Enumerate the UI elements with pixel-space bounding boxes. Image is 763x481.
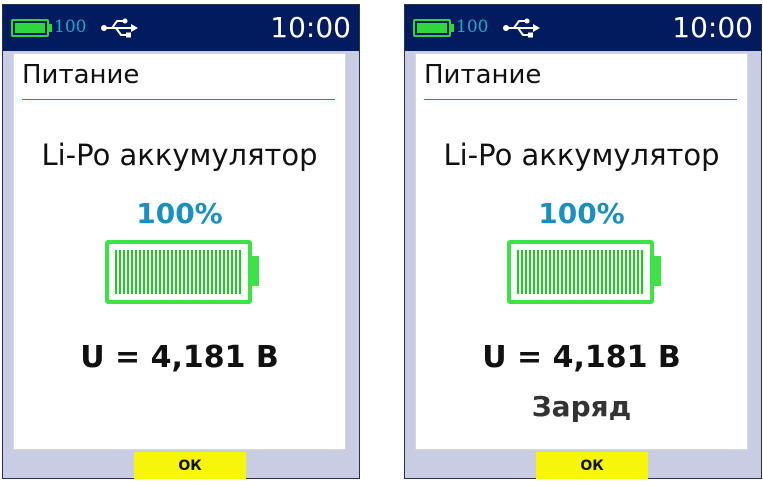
battery-type-label: Li-Po аккумулятор <box>41 138 318 172</box>
clock: 10:00 <box>270 11 351 44</box>
power-panel: Питание Li-Po аккумулятор 100% U = 4,181… <box>415 53 748 450</box>
ok-button[interactable]: ОК <box>536 452 648 479</box>
battery-icon-tip <box>49 24 52 32</box>
page-title: Питание <box>22 60 140 90</box>
status-bar: 100 10:00 <box>3 5 359 51</box>
status-bar: 100 10:00 <box>405 5 761 51</box>
battery-type-label: Li-Po аккумулятор <box>443 138 720 172</box>
ok-button[interactable]: ОК <box>134 452 246 479</box>
title-divider <box>424 99 737 100</box>
battery-icon <box>413 19 451 37</box>
battery-terminal <box>654 256 661 286</box>
page-title: Питание <box>424 60 542 90</box>
charge-percent: 100% <box>538 197 625 230</box>
clock: 10:00 <box>672 11 753 44</box>
battery-cells <box>517 250 644 294</box>
battery-level-text: 100 <box>456 17 489 37</box>
battery-icon <box>11 19 49 37</box>
voltage-readout: U = 4,181 В <box>80 340 279 375</box>
battery-level-indicator-icon <box>105 240 252 304</box>
title-divider <box>22 99 335 100</box>
voltage-readout: U = 4,181 В <box>482 340 681 375</box>
battery-icon-tip <box>451 24 454 32</box>
battery-terminal <box>252 256 259 286</box>
battery-level-text: 100 <box>54 17 87 37</box>
usb-icon <box>101 18 138 38</box>
battery-level-indicator-icon <box>507 240 654 304</box>
battery-cells <box>115 250 242 294</box>
device-screen-right: 100 10:00 Питание Li-Po аккумулятор 100%… <box>404 4 762 479</box>
usb-icon <box>503 18 540 38</box>
device-screen-left: 100 10:00 Питание Li-Po аккумулятор 100%… <box>2 4 360 479</box>
charge-status: Заряд <box>531 390 632 423</box>
power-panel: Питание Li-Po аккумулятор 100% U = 4,181… <box>13 53 346 450</box>
charge-percent: 100% <box>136 197 223 230</box>
